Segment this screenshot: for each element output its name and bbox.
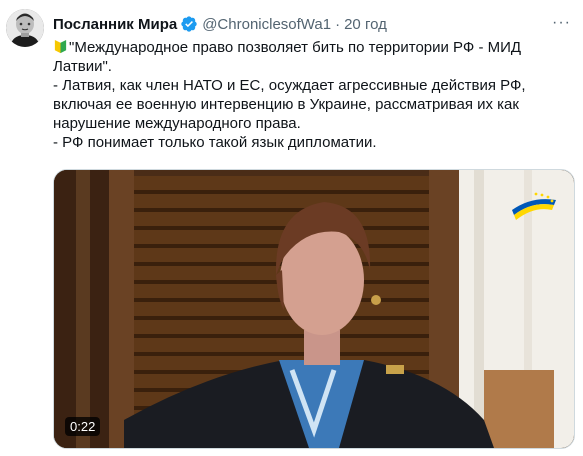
video-player[interactable]: 0:22 xyxy=(53,169,575,449)
man-portrait-icon xyxy=(6,9,44,47)
author-handle[interactable]: @ChroniclesofWa1 xyxy=(202,16,331,33)
more-options-icon[interactable]: ··· xyxy=(552,14,571,32)
header-separator: · xyxy=(335,15,341,33)
video-thumbnail xyxy=(54,170,574,448)
tweet-card[interactable]: Посланник Мира @ChroniclesofWa1 · 20 год… xyxy=(0,0,583,456)
tweet-line-2: - Латвия, как член НАТО и ЕС, осуждает а… xyxy=(53,77,526,132)
tweet-line-1-text: "Международное право позволяет бить по т… xyxy=(53,39,522,75)
author-display-name[interactable]: Посланник Мира xyxy=(53,16,177,33)
tweet-line-3: - РФ понимает только такой язык дипломат… xyxy=(53,134,377,151)
author-avatar[interactable] xyxy=(6,9,44,47)
beginner-symbol-emoji-icon xyxy=(54,39,67,54)
tweet-header: Посланник Мира @ChroniclesofWa1 · 20 год xyxy=(53,14,387,34)
verified-badge-icon xyxy=(181,16,197,32)
tweet-timestamp[interactable]: 20 год xyxy=(344,16,387,33)
tweet-text: "Международное право позволяет бить по т… xyxy=(53,38,573,152)
video-duration: 0:22 xyxy=(65,417,101,436)
tweet-line-1: "Международное право позволяет бить по т… xyxy=(53,38,573,76)
